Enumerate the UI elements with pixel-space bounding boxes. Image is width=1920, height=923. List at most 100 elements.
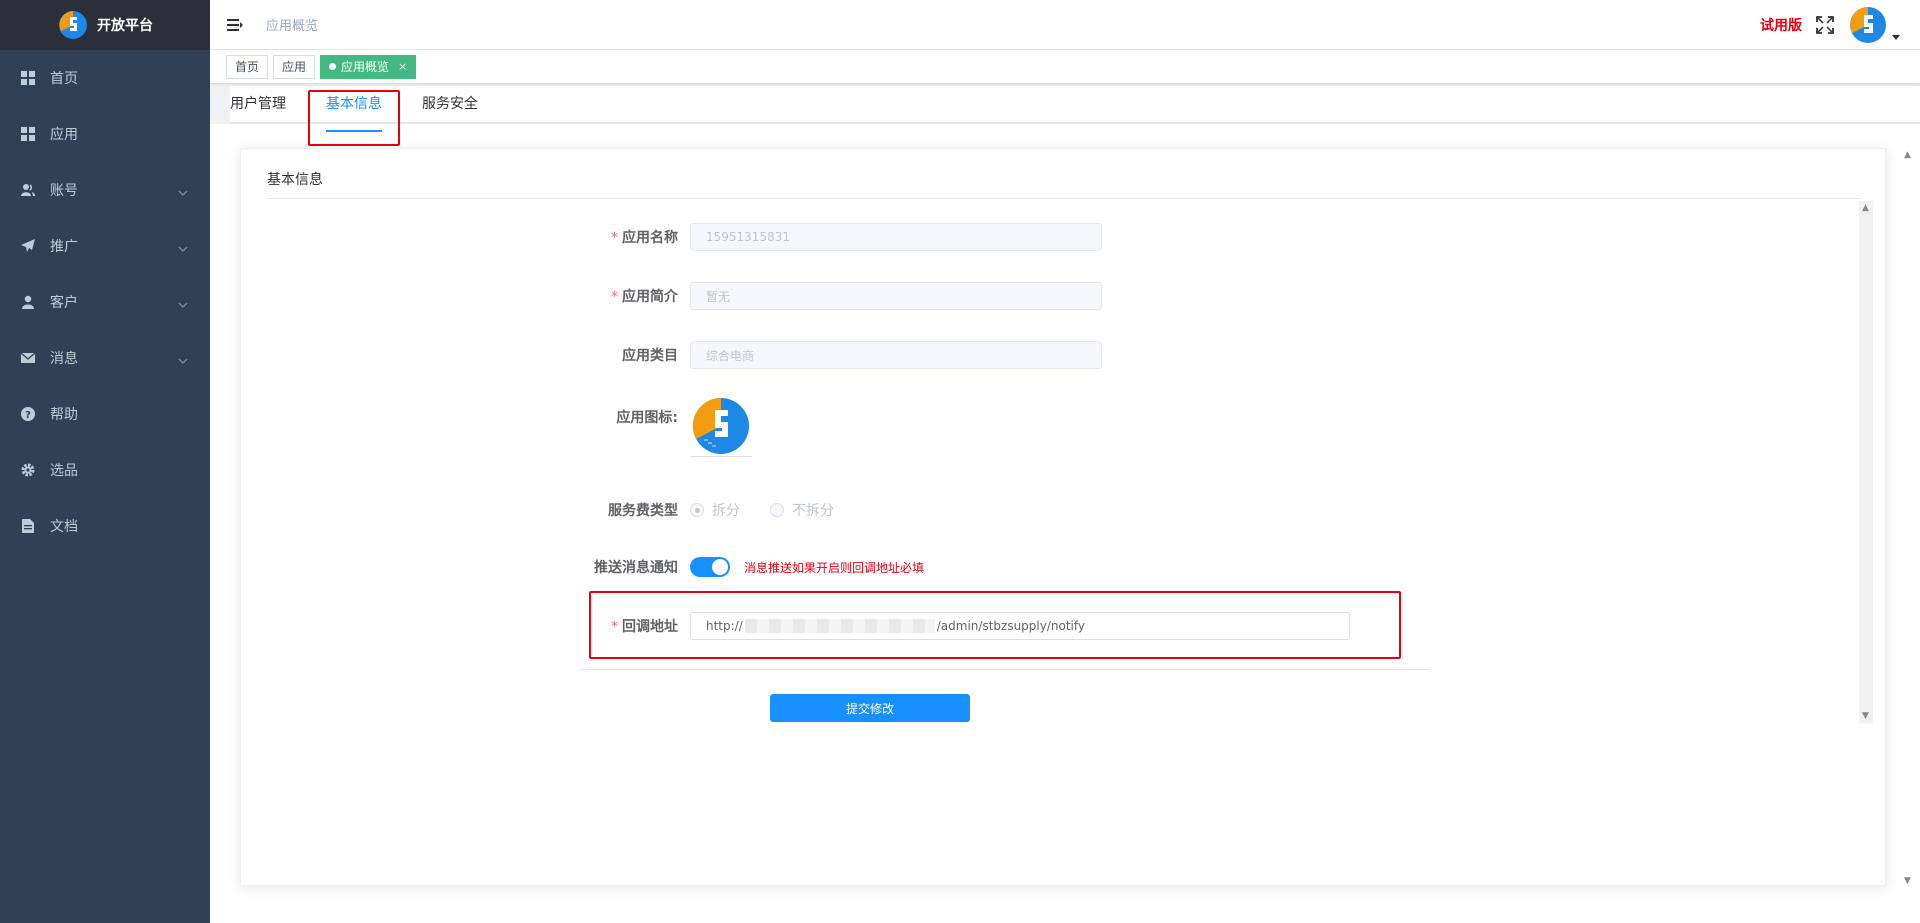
push-notify-switch[interactable]	[690, 557, 730, 577]
app-intro-input[interactable]: 暂无	[690, 282, 1102, 310]
basic-info-card: 基本信息 ▲ ▼	[240, 148, 1886, 886]
sidebar-menu: 首页 应用 账号 推广 客户 消息 ? 帮助 选品 文档	[0, 50, 210, 554]
sidebar-item-customer[interactable]: 客户	[0, 274, 210, 330]
url-prefix: http://	[706, 619, 743, 633]
sidebar-item-docs[interactable]: 文档	[0, 498, 210, 554]
app-category-input[interactable]: 综合电商	[690, 341, 1102, 369]
sidebar-item-account[interactable]: 账号	[0, 162, 210, 218]
sidebar-item-promotion[interactable]: 推广	[0, 218, 210, 274]
radio-unchecked-icon	[770, 503, 784, 517]
divider	[580, 669, 1430, 670]
avatar	[1850, 7, 1886, 43]
card-title: 基本信息	[267, 172, 323, 188]
form-row-app-intro: * 应用简介 暂无	[540, 282, 1102, 310]
close-icon[interactable]: ×	[398, 56, 407, 78]
logo[interactable]: 开放平台	[0, 0, 210, 50]
required-mark: *	[611, 230, 618, 246]
tab-bar: 用户管理 基本信息 服务安全	[230, 86, 1920, 132]
chevron-down-icon	[178, 352, 188, 368]
form-label: 服务费类型	[608, 503, 678, 519]
radio-label: 不拆分	[792, 503, 834, 519]
page-scrollbar[interactable]: ▲ ▼	[1902, 150, 1914, 886]
url-suffix: /admin/stbzsupply/notify	[936, 619, 1085, 633]
form-label: * 回调地址	[540, 616, 690, 636]
help-icon: ?	[20, 406, 36, 422]
chevron-down-icon	[178, 184, 188, 200]
tags-view: 首页 应用 应用概览 ×	[210, 50, 1920, 84]
label-text: 回调地址	[622, 619, 678, 635]
navbar: 应用概览 试用版	[210, 0, 1920, 50]
account-icon	[20, 182, 36, 198]
breadcrumb: 应用概览	[266, 19, 319, 34]
tag-home[interactable]: 首页	[226, 54, 269, 79]
sidebar-item-message[interactable]: 消息	[0, 330, 210, 386]
dashboard-icon	[20, 70, 36, 86]
sidebar-item-label: 文档	[50, 519, 78, 535]
sidebar-item-label: 账号	[50, 183, 78, 199]
form-label: * 应用名称	[540, 227, 690, 247]
sidebar-item-home[interactable]: 首页	[0, 50, 210, 106]
logo-icon	[59, 11, 87, 39]
scroll-down-icon[interactable]: ▼	[1862, 711, 1869, 721]
tab-user-management[interactable]: 用户管理	[230, 86, 306, 124]
tab-service-security[interactable]: 服务安全	[422, 86, 498, 124]
caret-down-icon	[1892, 29, 1900, 45]
form-label: 应用图标:	[616, 410, 678, 426]
radio-label: 拆分	[712, 503, 740, 519]
radio-no-split[interactable]: 不拆分	[770, 500, 834, 520]
form-row-app-category: 应用类目 综合电商	[540, 341, 1102, 369]
logo-text: 开放平台	[97, 18, 153, 34]
gear-icon	[20, 462, 36, 478]
header-right: 试用版	[1760, 0, 1900, 50]
sidebar-item-label: 首页	[50, 71, 78, 87]
form-label: 应用类目	[622, 348, 678, 364]
scroll-up-icon[interactable]: ▲	[1862, 203, 1869, 213]
scroll-down-icon[interactable]: ▼	[1904, 876, 1911, 886]
label-text: 应用名称	[622, 230, 678, 246]
sidebar-item-label: 推广	[50, 239, 78, 255]
form-label: * 应用简介	[540, 286, 690, 306]
send-icon	[20, 238, 36, 254]
callback-url-input[interactable]: http:// /admin/stbzsupply/notify	[690, 612, 1350, 640]
sidebar-item-label: 客户	[50, 295, 78, 311]
svg-text:?: ?	[25, 410, 31, 421]
user-avatar-dropdown[interactable]	[1848, 5, 1900, 45]
apps-icon	[20, 126, 36, 142]
radio-split[interactable]: 拆分	[690, 500, 740, 520]
sidebar-item-label: 消息	[50, 351, 78, 367]
sidebar-item-selection[interactable]: 选品	[0, 442, 210, 498]
hamburger-icon[interactable]	[226, 16, 244, 34]
tag-app-overview[interactable]: 应用概览 ×	[320, 54, 417, 79]
form-row-fee-type: 服务费类型 拆分 不拆分	[540, 500, 858, 520]
form-label: 推送消息通知	[594, 560, 678, 576]
trial-badge: 试用版	[1760, 18, 1802, 34]
chevron-down-icon	[178, 296, 188, 312]
fullscreen-icon[interactable]	[1816, 16, 1834, 34]
form-row-push-notify: 推送消息通知 消息推送如果开启则回调地址必填	[540, 557, 924, 577]
sidebar-item-label: 选品	[50, 463, 78, 479]
tag-label: 应用概览	[341, 59, 390, 74]
app-name-input[interactable]: 15951315831	[690, 223, 1102, 251]
sidebar-item-help[interactable]: ? 帮助	[0, 386, 210, 442]
redacted-host	[744, 619, 935, 633]
divider	[267, 198, 1861, 199]
app-icon-image[interactable]	[690, 395, 752, 457]
inner-scrollbar[interactable]: ▲ ▼	[1859, 201, 1873, 723]
form-row-callback-url: * 回调地址 http:// /admin/stbzsupply/notify	[540, 612, 1350, 640]
submit-button[interactable]: 提交修改	[770, 694, 970, 722]
radio-checked-icon	[690, 503, 704, 517]
tab-basic-info[interactable]: 基本信息	[326, 86, 402, 132]
chevron-down-icon	[178, 240, 188, 256]
form-row-app-icon: 应用图标:	[540, 395, 752, 457]
tag-apps[interactable]: 应用	[273, 54, 316, 79]
sidebar-item-apps[interactable]: 应用	[0, 106, 210, 162]
mail-icon	[20, 350, 36, 366]
sidebar-item-label: 帮助	[50, 407, 78, 423]
push-notify-hint: 消息推送如果开启则回调地址必填	[744, 560, 925, 575]
sidebar: 开放平台 首页 应用 账号 推广 客户 消息 ? 帮助 选品 文档	[0, 0, 210, 923]
sidebar-item-label: 应用	[50, 127, 78, 143]
scroll-up-icon[interactable]: ▲	[1904, 150, 1911, 160]
document-icon	[20, 518, 36, 534]
required-mark: *	[611, 289, 618, 305]
active-dot-icon	[329, 63, 337, 70]
